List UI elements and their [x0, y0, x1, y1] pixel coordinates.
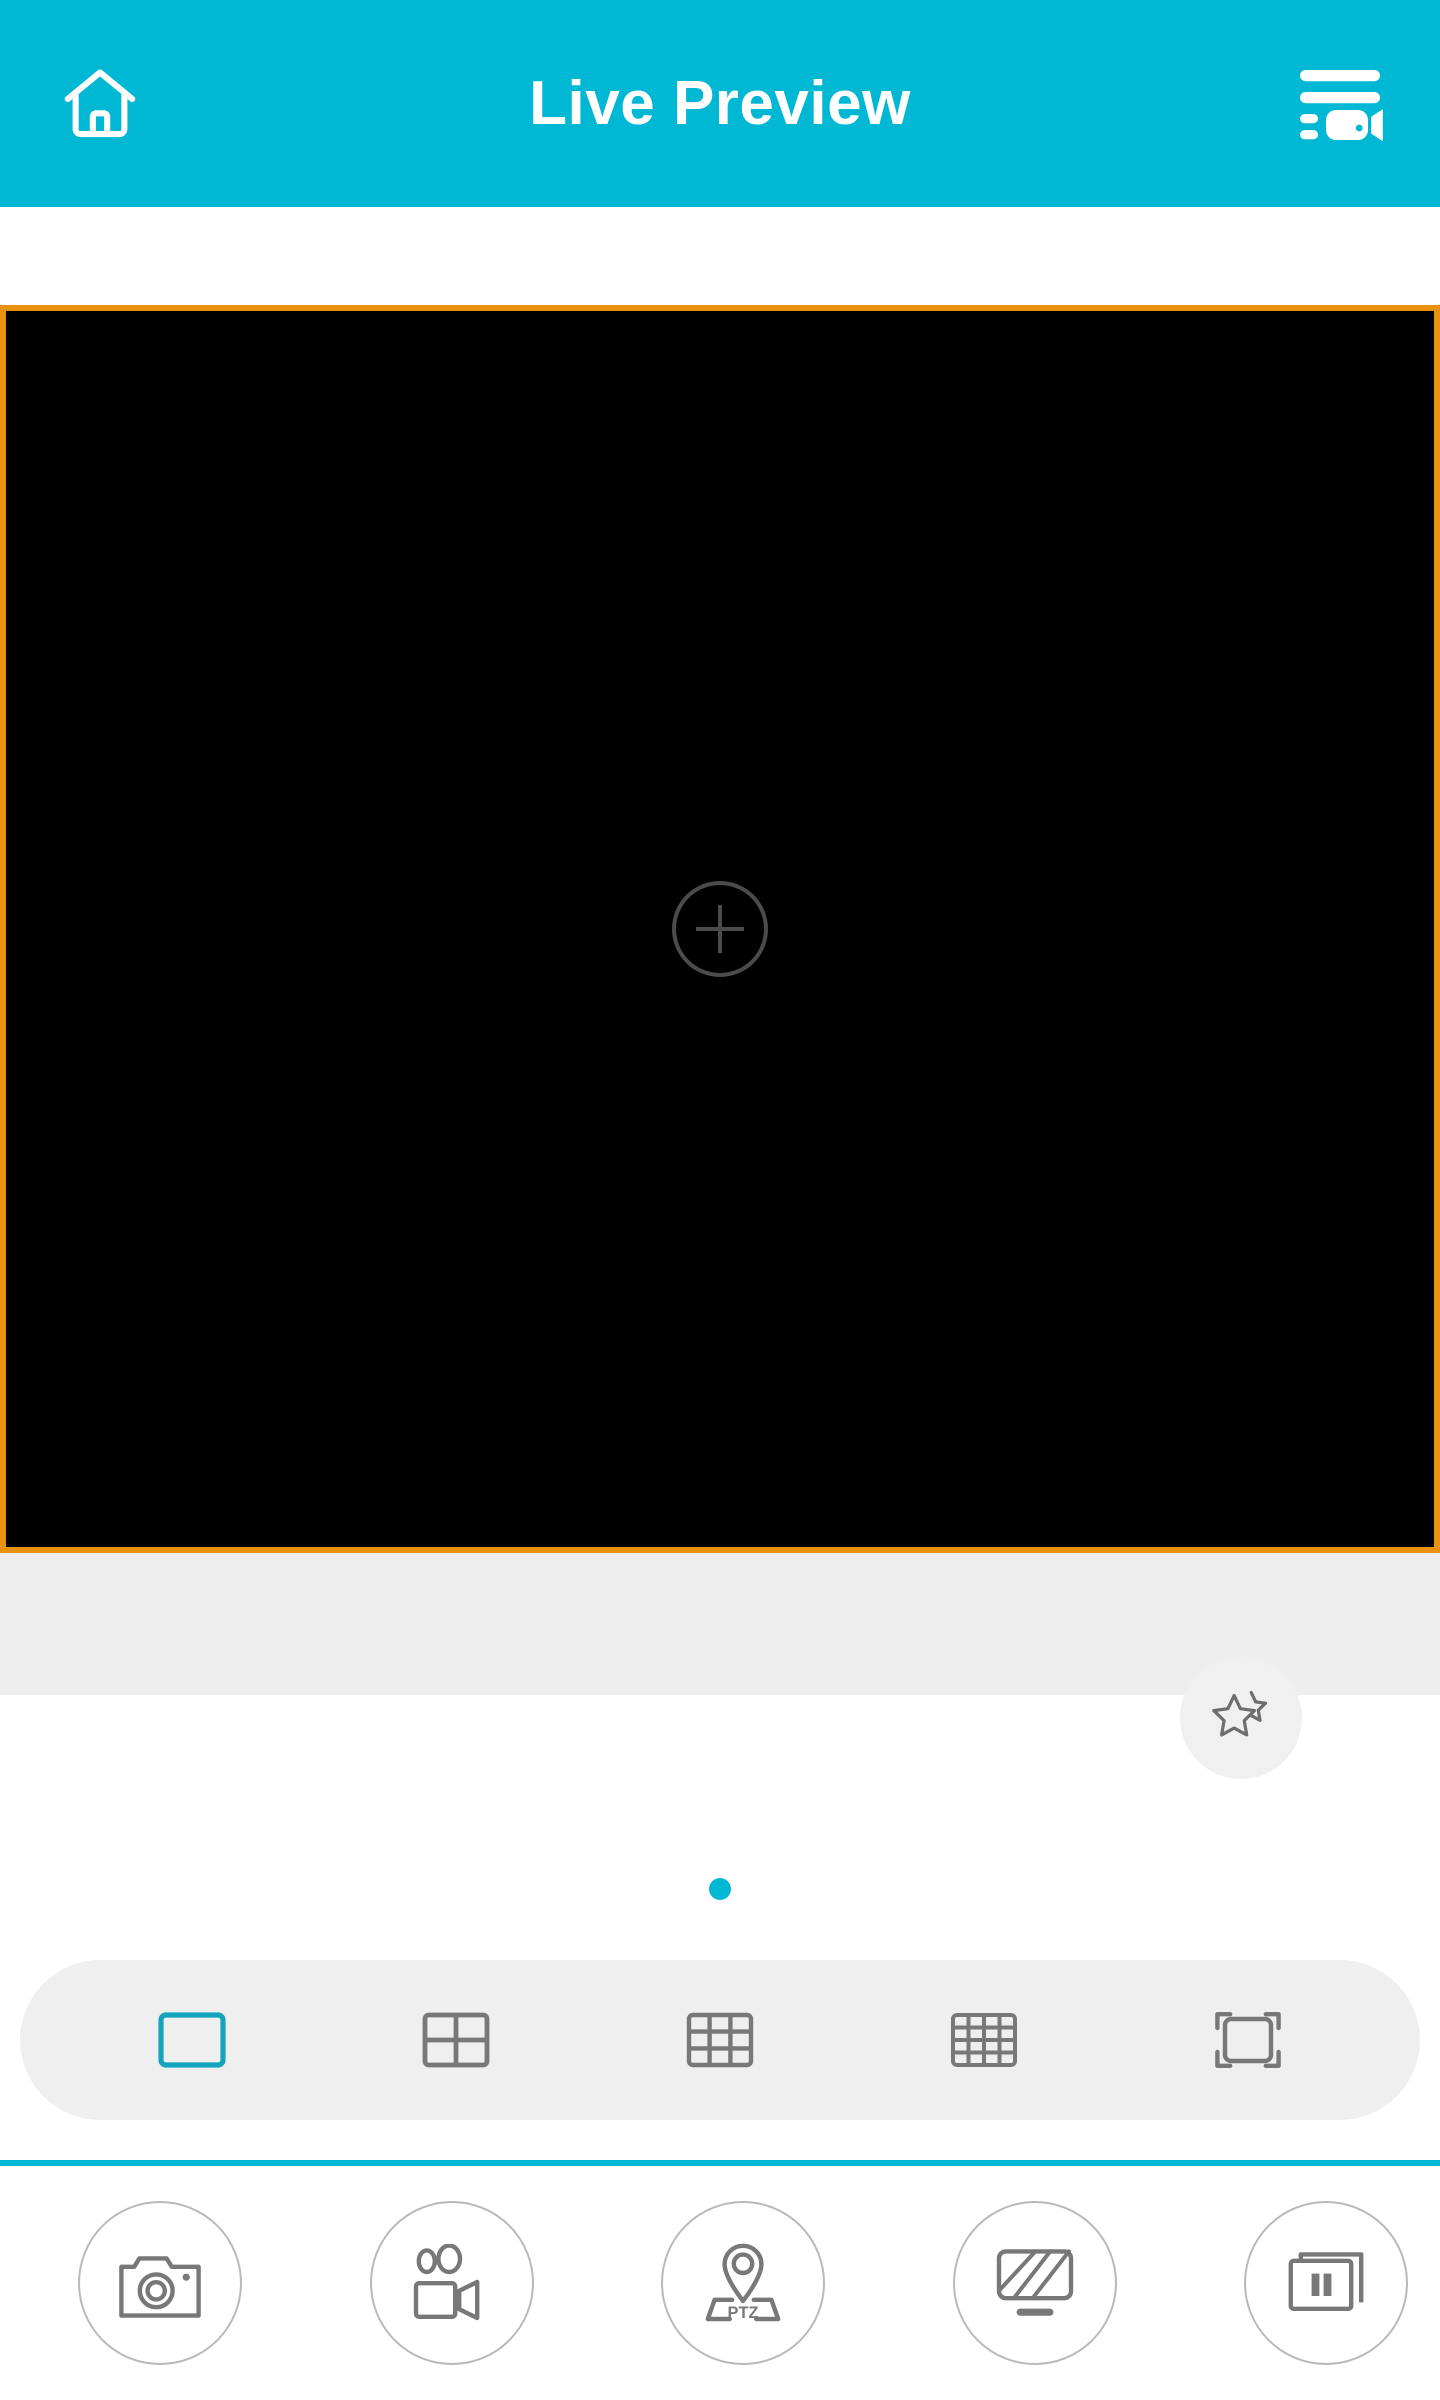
camera-icon: [117, 2246, 203, 2320]
grid-9-icon: [684, 2010, 756, 2070]
page-indicator: [0, 1878, 1440, 1900]
video-camera-icon: [408, 2244, 496, 2322]
ptz-label: PTZ: [728, 2304, 759, 2322]
camera-list-button[interactable]: [1280, 44, 1400, 164]
ptz-icon: PTZ: [699, 2241, 787, 2325]
bottom-toolbar: PTZ: [0, 2166, 1440, 2400]
snapshot-button[interactable]: [78, 2201, 242, 2365]
grid-4-icon: [420, 2010, 492, 2070]
layout-option-fullscreen[interactable]: [1173, 1980, 1323, 2100]
pause-all-button[interactable]: [1244, 2201, 1408, 2365]
camera-list-icon: [1294, 66, 1386, 142]
grid-16-icon: [948, 2010, 1020, 2070]
monitor-stripes-icon: [991, 2245, 1079, 2321]
video-stage[interactable]: [0, 305, 1440, 1553]
video-cell[interactable]: [6, 311, 1434, 1547]
app-header: Live Preview: [0, 0, 1440, 207]
live-preview-screen: Live Preview PTZ: [0, 0, 1440, 2400]
record-button[interactable]: [369, 2201, 534, 2365]
single-pane-icon: [156, 2010, 228, 2070]
double-star-icon: [1203, 1683, 1279, 1753]
layout-selector: [20, 1960, 1420, 2120]
fullscreen-icon: [1211, 2009, 1285, 2071]
layout-option-3x3[interactable]: [645, 1980, 795, 2100]
layout-option-4x4[interactable]: [909, 1980, 1059, 2100]
home-button[interactable]: [40, 44, 160, 164]
pause-windows-icon: [1284, 2246, 1368, 2320]
home-icon: [57, 61, 143, 147]
page-title: Live Preview: [529, 68, 911, 138]
plus-circle-icon[interactable]: [672, 881, 768, 977]
ptz-button[interactable]: PTZ: [661, 2201, 825, 2365]
layout-option-1x1[interactable]: [117, 1980, 267, 2100]
layout-option-2x2[interactable]: [381, 1980, 531, 2100]
favorites-button[interactable]: [1180, 1657, 1302, 1779]
stream-quality-button[interactable]: [952, 2201, 1117, 2365]
page-dot-1[interactable]: [709, 1878, 731, 1900]
